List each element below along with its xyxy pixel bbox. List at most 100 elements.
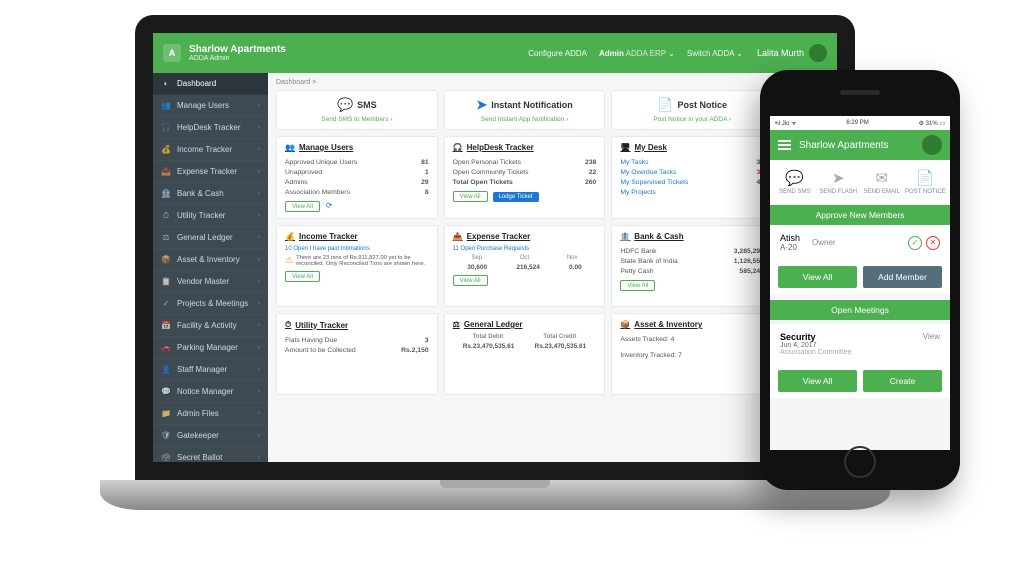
view-all-button[interactable]: View All	[453, 191, 488, 202]
row-value: 3	[425, 337, 429, 344]
desktop-app: A Sharlow Apartments ADDA Admin Configur…	[153, 33, 837, 462]
mobile-header: Sharlow Apartments	[770, 130, 950, 160]
row-value: 81	[421, 159, 429, 166]
add-member-button[interactable]: Add Member	[863, 266, 942, 288]
sidebar-label: Projects & Meetings	[177, 299, 248, 308]
member-row: Atish A-20 Owner ✓ ✕	[770, 225, 950, 260]
action-send-email[interactable]: ✉SEND EMAIL	[860, 169, 904, 195]
sidebar-icon: 🛡	[161, 431, 171, 441]
avatar[interactable]	[922, 135, 942, 155]
sidebar-item-dashboard[interactable]: ◐Dashboard	[153, 73, 268, 95]
row-value: 238	[585, 159, 596, 166]
sidebar-item-secret-ballot[interactable]: 🗳Secret Ballot›	[153, 447, 268, 462]
view-all-button[interactable]: View All	[453, 275, 488, 286]
sidebar-item-notice-manager[interactable]: 💬Notice Manager›	[153, 381, 268, 403]
sidebar-item-utility-tracker[interactable]: ⏱Utility Tracker›	[153, 205, 268, 227]
sidebar-icon: 💰	[161, 145, 171, 155]
meeting-view-link[interactable]: View	[923, 332, 940, 341]
widget-manage-users: 👥Manage Users Approved Unique Users81Una…	[276, 136, 438, 219]
widget-expense: 📤Expense Tracker 11 Open Purchase Reques…	[444, 225, 606, 307]
lodge-ticket-button[interactable]: Lodge Ticket	[493, 192, 539, 202]
action-icon: 💬	[773, 169, 817, 187]
month-value: 0.00	[569, 264, 582, 271]
apartment-title: Sharlow Apartments	[189, 44, 286, 55]
sidebar-item-helpdesk-tracker[interactable]: 🎧HelpDesk Tracker›	[153, 117, 268, 139]
nav-admin[interactable]: Admin ADDA ERP ⌄	[599, 49, 675, 58]
warning-icon: ⚠	[285, 255, 293, 266]
widget-my-desk: 🖥My Desk My Tasks33My Overdue Tasks32My …	[611, 136, 773, 219]
row-label: Open Community Tickets	[453, 169, 529, 176]
sidebar-label: Facility & Activity	[177, 321, 237, 330]
asset-icon: 📦	[620, 320, 630, 329]
view-all-button[interactable]: View All	[285, 271, 320, 282]
action-send-sms[interactable]: 💬SEND SMS	[773, 169, 817, 195]
view-all-button[interactable]: View All	[285, 201, 320, 212]
action-send-flash[interactable]: ➤SEND FLASH	[817, 169, 861, 195]
reject-button[interactable]: ✕	[926, 236, 940, 250]
menu-icon[interactable]	[778, 140, 791, 150]
sidebar-label: Admin Files	[177, 409, 219, 418]
sidebar-icon: 🎧	[161, 123, 171, 133]
hero-link[interactable]: Post Notice in your ADDA ›	[618, 116, 766, 123]
row-label: Flats Having Due	[285, 337, 337, 344]
brand-logo-icon: A	[163, 44, 181, 62]
month-value: 216,524	[516, 264, 540, 271]
sidebar-label: Manage Users	[177, 101, 229, 110]
row-label[interactable]: My Tasks	[620, 159, 648, 166]
income-note[interactable]: 10 Open I have paid Intimations	[285, 246, 429, 252]
sidebar-item-staff-manager[interactable]: 👤Staff Manager›	[153, 359, 268, 381]
row-label: Open Personal Tickets	[453, 159, 521, 166]
clock: 6:29 PM	[846, 120, 868, 126]
sidebar-icon: 📤	[161, 167, 171, 177]
app-subtitle: ADDA Admin	[189, 55, 286, 62]
sidebar-item-vendor-master[interactable]: 📋Vendor Master›	[153, 271, 268, 293]
nav-configure[interactable]: Configure ADDA	[528, 49, 587, 58]
widget-helpdesk: 🎧HelpDesk Tracker Open Personal Tickets2…	[444, 136, 606, 219]
view-all-button[interactable]: View All	[778, 370, 857, 392]
row-label[interactable]: My Overdue Tasks	[620, 169, 676, 176]
expense-note[interactable]: 11 Open Purchase Requests	[453, 246, 597, 252]
sidebar-item-projects-meetings[interactable]: ✓Projects & Meetings›	[153, 293, 268, 315]
meetings-header: Open Meetings	[770, 300, 950, 320]
sidebar-item-income-tracker[interactable]: 💰Income Tracker›	[153, 139, 268, 161]
view-all-button[interactable]: View All	[778, 266, 857, 288]
row-label[interactable]: My Projects	[620, 189, 656, 196]
sidebar-item-asset-inventory[interactable]: 📦Asset & Inventory›	[153, 249, 268, 271]
create-button[interactable]: Create	[863, 370, 942, 392]
header-titles: Sharlow Apartments ADDA Admin	[189, 44, 286, 62]
chevron-icon: ›	[258, 388, 260, 395]
sidebar-item-gatekeeper[interactable]: 🛡Gatekeeper›	[153, 425, 268, 447]
hero-send: ➤Instant NotificationSend Instant App No…	[444, 90, 606, 130]
approve-header: Approve New Members	[770, 205, 950, 225]
sidebar-item-bank-cash[interactable]: 🏦Bank & Cash›	[153, 183, 268, 205]
chevron-icon: ›	[258, 454, 260, 461]
sidebar-item-manage-users[interactable]: 👥Manage Users›	[153, 95, 268, 117]
avatar	[809, 44, 827, 62]
status-bar: •ıl Jio ᯤ 6:29 PM ⚙ 31% ▭	[770, 116, 950, 130]
user-icon: 👥	[285, 143, 295, 152]
nav-switch[interactable]: Switch ADDA ⌄	[687, 49, 743, 58]
row-value: 22	[589, 169, 597, 176]
user-menu[interactable]: Lalita Murth	[757, 44, 827, 62]
hero-link[interactable]: Send SMS to Members ›	[283, 116, 431, 123]
sidebar: ◐Dashboard👥Manage Users›🎧HelpDesk Tracke…	[153, 73, 268, 462]
sidebar-item-admin-files[interactable]: 📁Admin Files›	[153, 403, 268, 425]
sidebar-item-expense-tracker[interactable]: 📤Expense Tracker›	[153, 161, 268, 183]
sidebar-icon: ◐	[161, 79, 171, 89]
chevron-icon: ›	[258, 322, 260, 329]
laptop-bezel: A Sharlow Apartments ADDA Admin Configur…	[135, 15, 855, 480]
chevron-icon: ›	[258, 344, 260, 351]
view-all-button[interactable]: View All	[620, 280, 655, 291]
sidebar-item-parking-manager[interactable]: 🚗Parking Manager›	[153, 337, 268, 359]
sidebar-item-general-ledger[interactable]: ⚖General Ledger›	[153, 227, 268, 249]
action-post-notice[interactable]: 📄POST NOTICE	[904, 169, 948, 195]
refresh-icon[interactable]: ⟳	[326, 201, 333, 210]
hero-link[interactable]: Send Instant App Notification ›	[451, 116, 599, 123]
action-label: SEND EMAIL	[860, 189, 904, 195]
hero-sms: 💬SMSSend SMS to Members ›	[276, 90, 438, 130]
sidebar-item-facility-activity[interactable]: 📅Facility & Activity›	[153, 315, 268, 337]
row-label[interactable]: My Supervised Tickets	[620, 179, 688, 186]
approve-button[interactable]: ✓	[908, 236, 922, 250]
mobile-app: •ıl Jio ᯤ 6:29 PM ⚙ 31% ▭ Sharlow Apartm…	[770, 116, 950, 450]
sidebar-icon: 📁	[161, 409, 171, 419]
